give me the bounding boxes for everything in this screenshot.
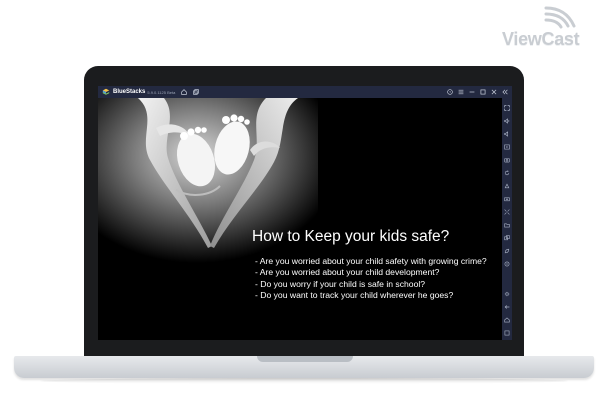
- camera-icon[interactable]: [504, 196, 510, 202]
- settings-icon[interactable]: [504, 291, 510, 297]
- question-list: - Are you worried about your child safet…: [255, 256, 487, 302]
- laptop-notch: [257, 356, 353, 362]
- svg-text:?: ?: [449, 91, 451, 95]
- headline: How to Keep your kids safe?: [252, 228, 450, 245]
- home-icon[interactable]: [180, 89, 187, 96]
- volume-down-icon[interactable]: [504, 131, 510, 137]
- list-item: - Do you want to track your child wherev…: [255, 290, 454, 301]
- menu-icon[interactable]: [457, 89, 464, 96]
- rotate-icon[interactable]: [504, 170, 510, 176]
- list-item: - Are you worried about your child safet…: [255, 256, 487, 266]
- multi-instance-icon[interactable]: [192, 89, 199, 96]
- viewcast-watermark: ViewCast: [500, 4, 596, 52]
- location-icon[interactable]: [504, 261, 510, 267]
- collapse-icon[interactable]: [501, 89, 508, 96]
- multi-instance-icon[interactable]: [504, 235, 510, 241]
- bluestacks-logo-icon: [102, 88, 110, 95]
- shake-icon[interactable]: [504, 183, 510, 189]
- macro-icon[interactable]: [504, 209, 510, 215]
- list-item: - Do you worry if your child is safe in …: [255, 278, 426, 289]
- eco-mode-icon[interactable]: [504, 248, 510, 254]
- app-name: BlueStacks: [113, 89, 146, 95]
- screenshot-icon[interactable]: [504, 157, 510, 163]
- title-bar: BlueStacks 5.9.0.1125 Beta ?: [98, 86, 512, 98]
- fullscreen-icon[interactable]: [504, 105, 510, 111]
- laptop-shadow: [40, 378, 568, 384]
- app-content: How to Keep your kids safe? - Are you wo…: [98, 98, 502, 340]
- watermark-text: ViewCast: [502, 29, 580, 49]
- emulator-sidebar: [502, 98, 512, 340]
- folder-icon[interactable]: [504, 222, 510, 228]
- maximize-icon[interactable]: [479, 89, 486, 96]
- screen-record-icon[interactable]: [504, 144, 510, 150]
- recent-apps-icon[interactable]: [504, 330, 510, 336]
- close-icon[interactable]: [490, 89, 497, 96]
- home-icon[interactable]: [504, 317, 510, 323]
- back-icon[interactable]: [504, 304, 510, 310]
- help-icon[interactable]: ?: [446, 89, 453, 96]
- app-version: 5.9.0.1125 Beta: [147, 89, 176, 95]
- volume-up-icon[interactable]: [504, 118, 510, 124]
- minimize-icon[interactable]: [468, 89, 475, 96]
- window-controls: ?: [442, 89, 508, 96]
- emulator-window: BlueStacks 5.9.0.1125 Beta ? How to Keep…: [98, 86, 512, 340]
- signal-waves-icon: [544, 6, 576, 29]
- list-item: - Are you worried about your child devel…: [255, 267, 440, 278]
